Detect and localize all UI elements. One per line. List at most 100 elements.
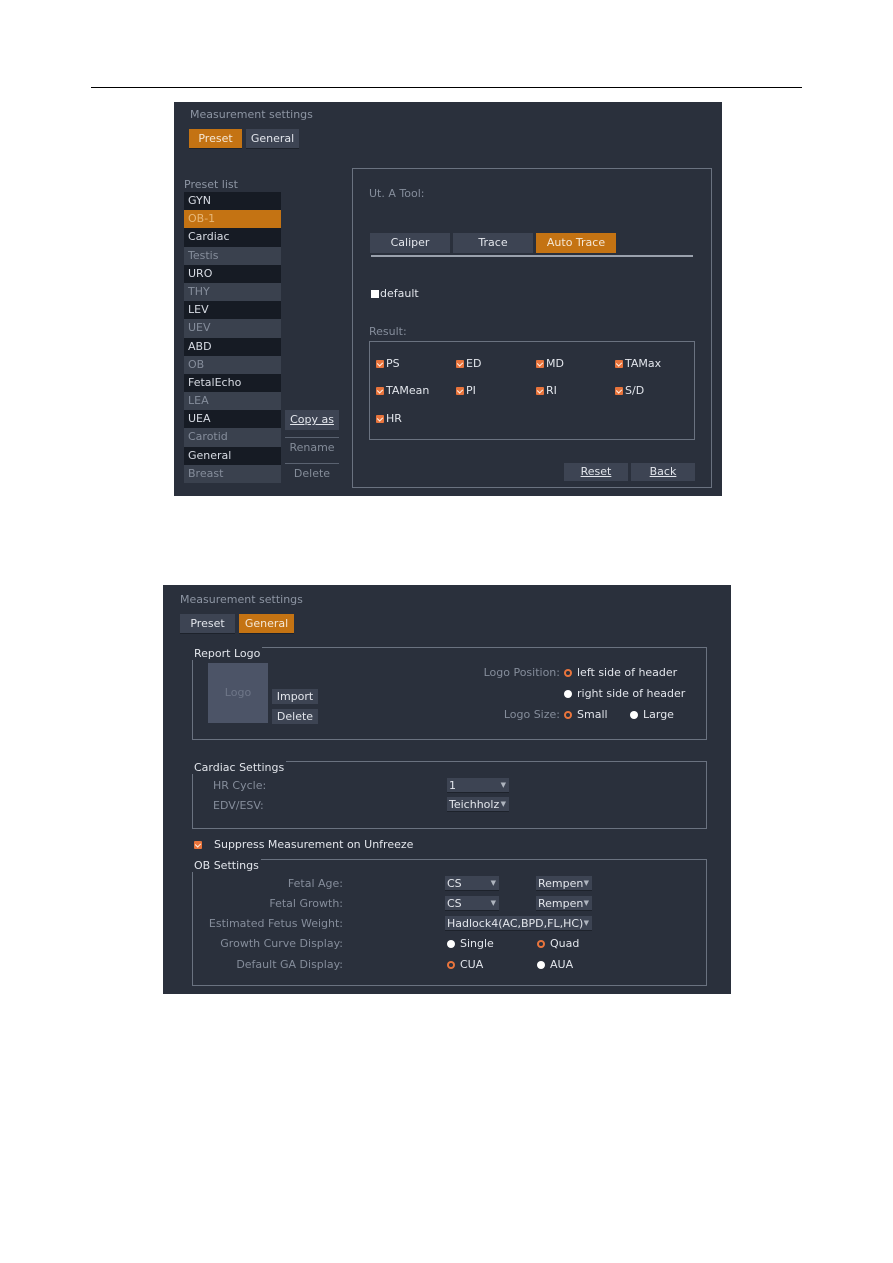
back-button[interactable]: Back: [631, 463, 695, 481]
panel-title: Measurement settings: [190, 108, 313, 121]
preset-item[interactable]: Breast: [184, 464, 281, 483]
checkbox-checked-icon: [376, 386, 384, 395]
fetal-age-select[interactable]: CS ▼: [445, 876, 499, 891]
result-checkbox-ps[interactable]: PS: [376, 357, 400, 370]
result-checkbox-hr[interactable]: HR: [376, 412, 402, 425]
tab-general[interactable]: General: [239, 614, 294, 634]
checkbox-unchecked-icon: [371, 289, 379, 298]
logo-size-label: Logo Size:: [503, 708, 560, 721]
result-checkbox-sd[interactable]: S/D: [615, 384, 644, 397]
radio-unselected-icon: [537, 960, 545, 969]
fetal-growth-author-select[interactable]: Rempen ▼: [536, 896, 592, 911]
ga-display-label: Default GA Display:: [236, 958, 343, 971]
logo-position-right-radio[interactable]: right side of header: [564, 687, 685, 700]
fetal-age-author-select[interactable]: Rempen ▼: [536, 876, 592, 891]
preset-item[interactable]: FetalEcho: [184, 373, 281, 393]
preset-item[interactable]: UEA: [184, 410, 281, 429]
back-label: Back: [649, 465, 677, 478]
delete-logo-button[interactable]: Delete: [272, 709, 318, 724]
result-box: PS ED MD TAMax TAMean PI RI S/D HR: [369, 341, 695, 440]
result-checkbox-ri[interactable]: RI: [536, 384, 557, 397]
dropdown-arrow-icon: ▼: [583, 919, 589, 927]
tab-preset[interactable]: Preset: [189, 129, 242, 149]
panel-title: Measurement settings: [180, 593, 303, 606]
result-label-text: ED: [466, 357, 482, 370]
dropdown-arrow-icon: ▼: [490, 899, 496, 907]
select-value: 1: [449, 779, 456, 792]
preset-item[interactable]: UEV: [184, 319, 281, 338]
growth-curve-label: Growth Curve Display:: [220, 937, 343, 950]
import-logo-button[interactable]: Import: [272, 689, 318, 704]
result-checkbox-md[interactable]: MD: [536, 357, 564, 370]
fetal-growth-label: Fetal Growth:: [269, 897, 343, 910]
preset-item[interactable]: Testis: [184, 246, 281, 265]
logo-position-left-radio[interactable]: left side of header: [564, 666, 677, 679]
delete-button[interactable]: Delete: [285, 463, 339, 483]
logo-size-small-radio[interactable]: Small: [564, 708, 608, 721]
result-label-text: S/D: [625, 384, 645, 397]
checkbox-checked-icon: [615, 386, 623, 395]
logo-preview: Logo: [208, 663, 268, 723]
ga-aua-radio[interactable]: AUA: [537, 958, 573, 971]
select-value: Rempen: [538, 897, 584, 910]
auto-trace-mode-button[interactable]: Auto Trace: [536, 233, 616, 253]
efw-select[interactable]: Hadlock4(AC,BPD,FL,HC) ▼: [445, 916, 592, 931]
rename-button[interactable]: Rename: [285, 437, 339, 457]
radio-label: Small: [577, 708, 608, 721]
tab-general[interactable]: General: [246, 129, 299, 149]
result-label-text: TAMean: [386, 384, 430, 397]
preset-item[interactable]: General: [184, 446, 281, 465]
growth-quad-radio[interactable]: Quad: [537, 937, 579, 950]
preset-item[interactable]: Carotid: [184, 428, 281, 447]
result-label: Result:: [369, 325, 407, 338]
fetal-growth-select[interactable]: CS ▼: [445, 896, 499, 911]
result-checkbox-tamax[interactable]: TAMax: [615, 357, 661, 370]
preset-item[interactable]: LEV: [184, 301, 281, 320]
result-label-text: PS: [386, 357, 400, 370]
trace-mode-button[interactable]: Trace: [453, 233, 533, 253]
edv-esv-select[interactable]: Teichholz ▼: [447, 797, 509, 812]
logo-position-label: Logo Position:: [483, 666, 560, 679]
hr-cycle-select[interactable]: 1 ▼: [447, 778, 509, 793]
ga-cua-radio[interactable]: CUA: [447, 958, 483, 971]
page-header-rule: [91, 87, 802, 88]
edv-esv-label: EDV/ESV:: [213, 799, 264, 812]
copy-as-button[interactable]: Copy as: [285, 410, 339, 430]
tab-preset[interactable]: Preset: [180, 614, 235, 634]
checkbox-checked-icon: [376, 359, 384, 368]
preset-item[interactable]: URO: [184, 264, 281, 283]
suppress-measurement-checkbox[interactable]: Suppress Measurement on Unfreeze: [194, 838, 413, 851]
radio-label: Quad: [550, 937, 580, 950]
preset-item[interactable]: Cardiac: [184, 228, 281, 247]
logo-size-large-radio[interactable]: Large: [630, 708, 674, 721]
growth-single-radio[interactable]: Single: [447, 937, 494, 950]
preset-item-selected[interactable]: OB-1: [184, 210, 281, 229]
result-checkbox-tamean[interactable]: TAMean: [376, 384, 429, 397]
select-value: Rempen: [538, 877, 584, 890]
measurement-settings-preset-panel: Measurement settings Preset General Pres…: [174, 102, 722, 496]
caliper-mode-button[interactable]: Caliper: [370, 233, 450, 253]
result-checkbox-pi[interactable]: PI: [456, 384, 476, 397]
select-value: Hadlock4(AC,BPD,FL,HC): [447, 917, 584, 930]
select-value: CS: [447, 897, 462, 910]
preset-item[interactable]: GYN: [184, 192, 281, 211]
preset-item[interactable]: LEA: [184, 392, 281, 411]
radio-label: CUA: [460, 958, 484, 971]
delete-label: Delete: [293, 467, 331, 480]
dropdown-arrow-icon: ▼: [500, 800, 506, 808]
mode-divider: [371, 255, 693, 257]
preset-list-label: Preset list: [184, 178, 238, 191]
preset-item[interactable]: THY: [184, 282, 281, 302]
checkbox-checked-icon: [615, 359, 623, 368]
default-checkbox[interactable]: default: [371, 287, 419, 300]
result-checkbox-ed[interactable]: ED: [456, 357, 481, 370]
preset-item[interactable]: ABD: [184, 337, 281, 356]
reset-button[interactable]: Reset: [564, 463, 628, 481]
preset-item[interactable]: OB: [184, 355, 281, 374]
default-label: default: [380, 287, 419, 300]
tool-settings-box: Ut. A Tool: Caliper Trace Auto Trace def…: [352, 168, 712, 488]
radio-selected-icon: [537, 939, 545, 948]
select-value: CS: [447, 877, 462, 890]
radio-selected-icon: [564, 710, 572, 719]
reset-label: Reset: [580, 465, 612, 478]
